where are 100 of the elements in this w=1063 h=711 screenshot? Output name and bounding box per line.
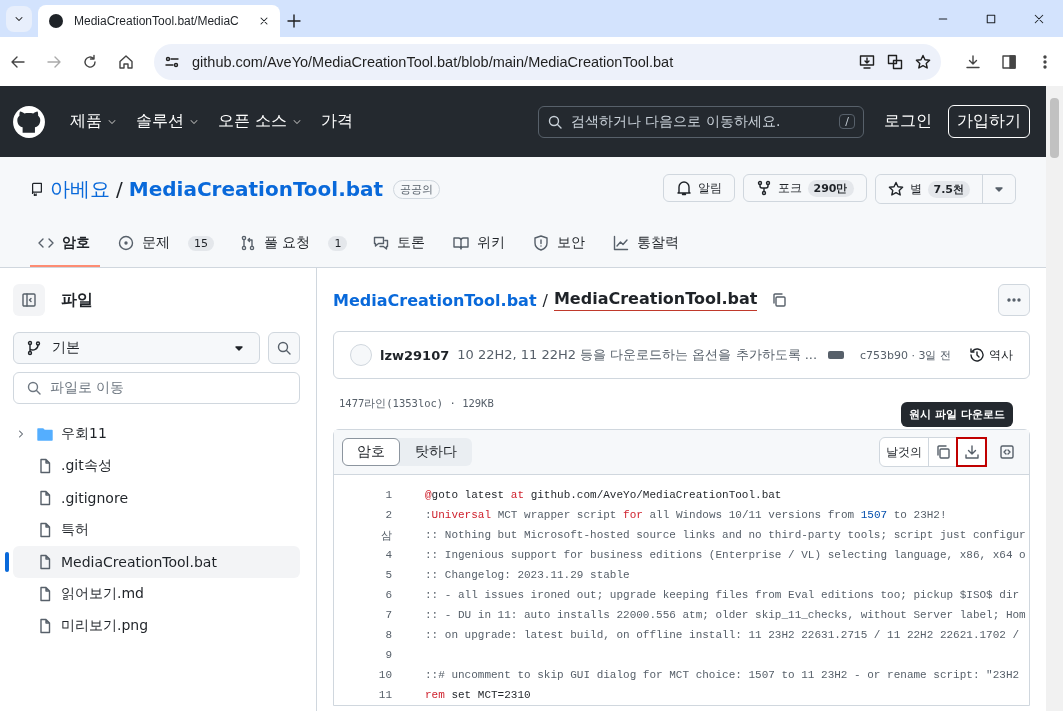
file-item[interactable]: .git속성 [13, 450, 300, 482]
fork-icon [755, 180, 772, 196]
shortcut-key: / [839, 114, 855, 129]
code-square-icon [999, 444, 1015, 460]
speech-bubbles-icon [373, 235, 390, 251]
repo-name-link[interactable]: MediaCreationTool.bat [128, 177, 384, 201]
line-number: 11 [377, 689, 392, 701]
branch-select[interactable]: 기본 [13, 332, 260, 364]
repo-tab[interactable]: 문제 15 [110, 221, 222, 267]
repo-tab[interactable]: 풀 요청 1 [232, 221, 356, 267]
folder-item[interactable]: 우회11 [13, 418, 300, 450]
more-options-button[interactable] [998, 284, 1030, 316]
file-icon [37, 458, 53, 474]
search-button[interactable] [268, 332, 300, 364]
search-field[interactable]: 검색하거나 다음으로 이동하세요. / [538, 105, 864, 138]
plus-icon [286, 13, 302, 29]
home-icon [118, 53, 134, 70]
file-icon [37, 618, 53, 634]
commit-author[interactable]: lzw29107 [380, 347, 450, 363]
history-icon [969, 347, 985, 363]
view-tab[interactable]: 암호 [342, 438, 400, 466]
star-icon [915, 53, 931, 70]
address-bar[interactable]: github.com/AveYo/MediaCreationTool.bat/blob/main/MediaCreationTool.bat [154, 43, 941, 80]
line-number: 7 [384, 609, 392, 621]
code-line: ::# uncomment to skip GUI dialog for MCT choice: 1507 to 11 23H2 - or rename script: "23H2 [425, 669, 1020, 681]
tab-title: MediaCreationTool.bat/MediaC [74, 14, 240, 28]
close-icon [258, 15, 270, 27]
code-line: :: Ingenious support for business editions (Enterprise / VL) selecting language, x86, x64 o [425, 549, 1026, 561]
repo-tab[interactable]: 보안 [525, 221, 596, 267]
line-number: 8 [384, 629, 392, 641]
commit-message[interactable]: 10 22H2, 11 22H2 등을 다운로드하는 옵션을 추가하도록 ... [457, 346, 820, 364]
repo-tab[interactable]: 위키 [445, 221, 516, 267]
star-button[interactable]: 별 7.5천 [875, 175, 983, 203]
line-number: 6 [384, 589, 392, 601]
code-line: :: - all issues ironed out; upgrade keeping files from Eval editions too; pickup $ISO$ dir [425, 589, 1020, 601]
repo-icon [30, 182, 44, 196]
search-icon [26, 380, 42, 396]
avatar [350, 344, 372, 366]
file-icon [37, 522, 53, 538]
line-number: 2 [384, 509, 392, 521]
circle-dot-icon [118, 235, 134, 251]
download-icon [965, 53, 981, 70]
folder-icon [37, 426, 53, 442]
download-icon [964, 444, 980, 460]
ellipsis-icon[interactable] [828, 351, 844, 359]
view-tab[interactable]: 탓하다 [400, 438, 472, 466]
breadcrumb-link[interactable]: MediaCreationTool.bat [333, 290, 537, 310]
nav-menu-item[interactable]: 솔루션 [136, 111, 200, 132]
reload-icon [82, 53, 98, 70]
close-icon [1033, 12, 1045, 25]
line-number: 삼 [380, 528, 392, 543]
file-name: MediaCreationTool.bat [553, 289, 758, 311]
code-line: @goto latest at github.com/AveYo/MediaCreationTool.bat [425, 489, 782, 501]
sign-in-link[interactable]: 로그인 [884, 111, 932, 132]
nav-menu-item[interactable]: 오픈 소스 [218, 111, 304, 132]
file-item[interactable]: 읽어보기.md [13, 578, 300, 610]
file-search-field[interactable]: 파일로 이동 [13, 372, 300, 404]
repo-tab[interactable]: 암호 [30, 221, 100, 267]
file-icon [37, 490, 53, 506]
shield-icon [533, 235, 550, 251]
search-icon [276, 340, 292, 356]
path-separator: / [542, 290, 548, 310]
repo-owner-link[interactable]: 아베요 [50, 175, 110, 203]
file-item[interactable]: 미리보기.png [13, 610, 300, 642]
nav-menu-item[interactable]: 제품 [70, 111, 118, 132]
repo-tab[interactable]: 통찰력 [605, 221, 688, 267]
fork-button[interactable]: 포크 290만 [742, 174, 867, 202]
collapse-sidebar-button[interactable] [13, 284, 45, 316]
side-panel-icon [1001, 53, 1017, 70]
file-item[interactable]: 특허 [13, 514, 300, 546]
sidebar-title: 파일 [61, 289, 93, 311]
bell-icon [675, 180, 692, 196]
repo-tab[interactable]: 토론 [365, 221, 436, 267]
download-button[interactable] [957, 438, 986, 466]
browser-tab[interactable]: MediaCreationTool.bat/MediaC [38, 5, 280, 37]
file-item[interactable]: .gitignore [13, 482, 300, 514]
sign-up-button[interactable]: 가입하기 [948, 105, 1030, 138]
line-number: 1 [384, 489, 392, 501]
branch-icon [26, 340, 42, 356]
install-app-icon [859, 53, 875, 70]
line-number: 10 [377, 669, 392, 681]
notifications-button[interactable]: 알림 [662, 174, 735, 202]
book-icon [453, 235, 470, 251]
commit-sha-date: c753b90 · 3일 전 [860, 347, 951, 363]
translate-icon [887, 53, 903, 70]
file-icon [37, 554, 53, 570]
code-line: :: Nothing but Microsoft-hosted source links and no third-party tools; script just configur [425, 529, 1026, 541]
line-number: 9 [384, 649, 392, 661]
sidebar-icon [21, 292, 37, 308]
scrollbar[interactable] [1046, 86, 1063, 711]
count-badge: 15 [188, 235, 214, 251]
nav-menu-item[interactable]: 가격 [321, 111, 354, 132]
code-line: :: on upgrade: latest build, on offline install: 11 23H2 22631.2715 / 11 22H2 22621.1702 / [425, 629, 1020, 641]
file-meta: 1477라인(1353loc) · 129KB [339, 397, 495, 411]
history-button[interactable]: 역사 [969, 346, 1013, 364]
copy-icon [935, 444, 951, 460]
file-icon [37, 586, 53, 602]
code-line: :: Changelog: 2023.11.29 stable [425, 569, 630, 581]
graph-icon [613, 235, 630, 251]
pull-request-icon [240, 235, 256, 251]
